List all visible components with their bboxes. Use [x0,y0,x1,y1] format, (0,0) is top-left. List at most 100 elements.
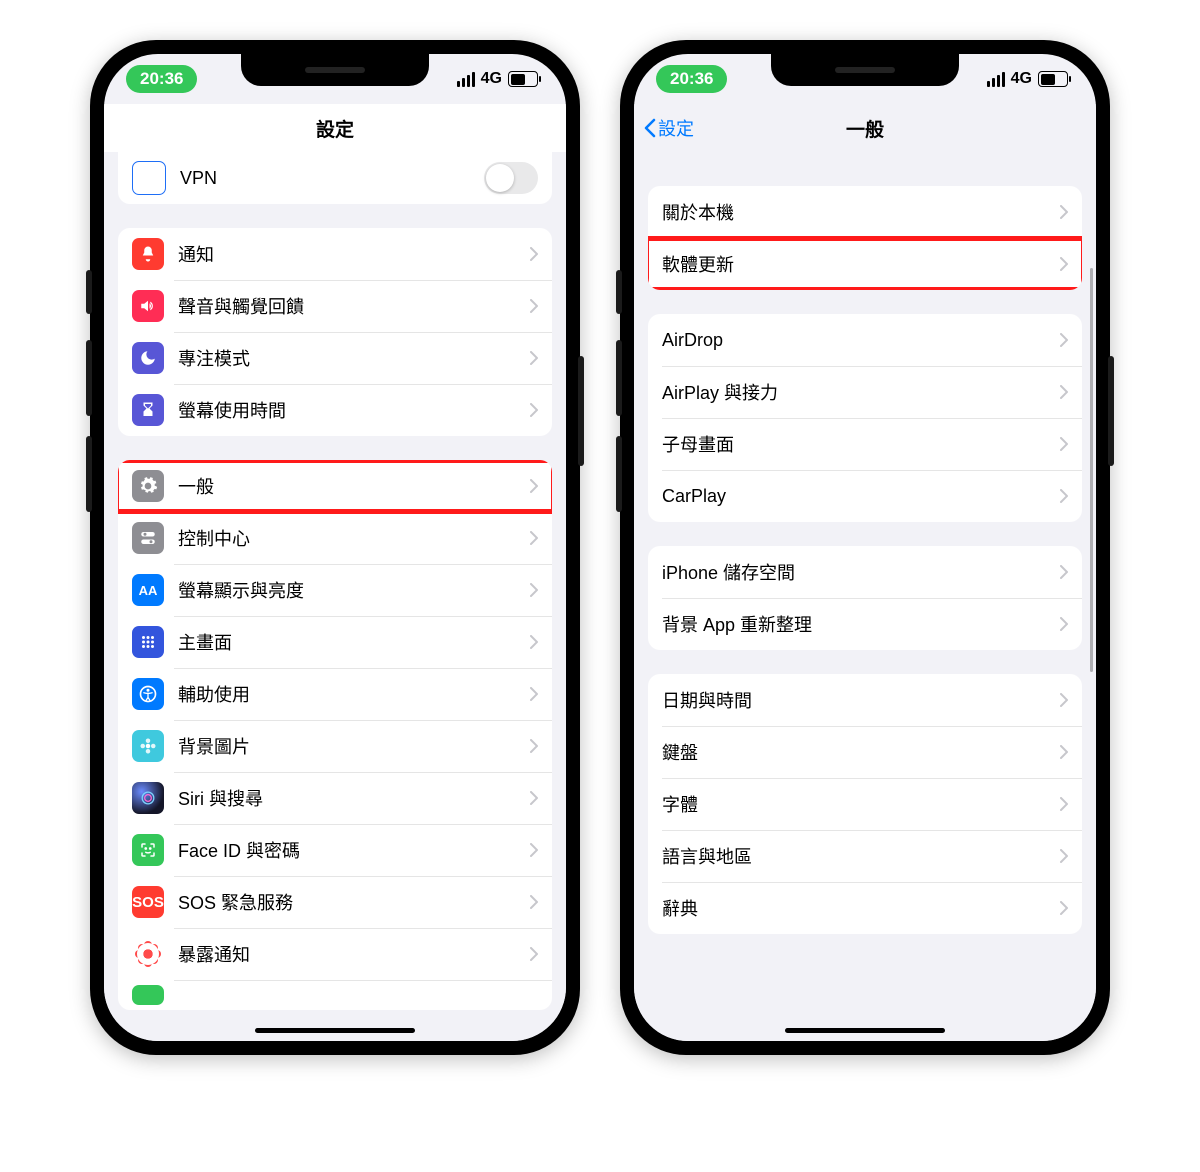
back-label: 設定 [658,115,694,141]
row-display[interactable]: AA 螢幕顯示與亮度 [118,564,552,616]
chevron-right-icon [1060,385,1068,399]
chevron-right-icon [1060,489,1068,503]
row-label: 關於本機 [662,199,1060,225]
status-time-pill[interactable]: 20:36 [656,65,727,93]
chevron-right-icon [530,947,538,961]
row-dictionary[interactable]: 辭典 [648,882,1082,934]
chevron-right-icon [1060,901,1068,915]
row-screentime[interactable]: 螢幕使用時間 [118,384,552,436]
row-accessibility[interactable]: 輔助使用 [118,668,552,720]
toggles-icon [132,522,164,554]
row-label: 螢幕使用時間 [178,397,530,423]
row-label: 專注模式 [178,345,530,371]
row-label: 辭典 [662,895,1060,921]
row-label: 背景圖片 [178,733,530,759]
chevron-right-icon [530,583,538,597]
chevron-right-icon [1060,205,1068,219]
chevron-right-icon [530,895,538,909]
chevron-right-icon [1060,797,1068,811]
row-sounds[interactable]: 聲音與觸覺回饋 [118,280,552,332]
row-siri[interactable]: Siri 與搜尋 [118,772,552,824]
face-id-icon [132,834,164,866]
row-home-screen[interactable]: 主畫面 [118,616,552,668]
row-label: CarPlay [662,486,1060,507]
row-faceid[interactable]: Face ID 與密碼 [118,824,552,876]
signal-icon [987,72,1005,87]
row-language[interactable]: 語言與地區 [648,830,1082,882]
row-about[interactable]: 關於本機 [648,186,1082,238]
row-background-app[interactable]: 背景 App 重新整理 [648,598,1082,650]
row-label: VPN [180,168,484,189]
vpn-toggle[interactable] [484,162,538,194]
navbar-general: 設定 一般 [634,104,1096,152]
row-general[interactable]: 一般 [118,460,552,512]
row-label: 日期與時間 [662,687,1060,713]
chevron-right-icon [1060,565,1068,579]
chevron-right-icon [530,531,538,545]
row-exposure[interactable]: 暴露通知 [118,928,552,980]
row-notifications[interactable]: 通知 [118,228,552,280]
row-storage[interactable]: iPhone 儲存空間 [648,546,1082,598]
battery-settings-icon [132,985,164,1005]
chevron-right-icon [530,687,538,701]
back-button[interactable]: 設定 [644,104,694,152]
volume-up-button [86,340,92,416]
row-vpn[interactable]: VPN VPN [118,152,552,204]
row-label: 背景 App 重新整理 [662,611,1060,637]
row-label: Face ID 與密碼 [178,837,530,863]
home-indicator[interactable] [785,1028,945,1033]
row-fonts[interactable]: 字體 [648,778,1082,830]
side-button [578,356,584,466]
row-sos[interactable]: SOS SOS 緊急服務 [118,876,552,928]
row-label: iPhone 儲存空間 [662,559,1060,585]
flower-icon [132,730,164,762]
row-label: SOS 緊急服務 [178,889,530,915]
row-label: AirPlay 與接力 [662,379,1060,405]
mute-switch [616,270,622,314]
exposure-icon [132,938,164,970]
row-control-center[interactable]: 控制中心 [118,512,552,564]
network-label: 4G [481,70,502,88]
network-label: 4G [1011,70,1032,88]
row-airdrop[interactable]: AirDrop [648,314,1082,366]
row-label: 語言與地區 [662,843,1060,869]
chevron-right-icon [1060,257,1068,271]
chevron-right-icon [1060,437,1068,451]
chevron-right-icon [530,479,538,493]
row-wallpaper[interactable]: 背景圖片 [118,720,552,772]
chevron-right-icon [530,247,538,261]
row-carplay[interactable]: CarPlay [648,470,1082,522]
accessibility-icon [132,678,164,710]
row-label: 通知 [178,241,530,267]
moon-icon [132,342,164,374]
row-label: AirDrop [662,330,1060,351]
signal-icon [457,72,475,87]
chevron-right-icon [530,351,538,365]
sos-icon: SOS [132,886,164,918]
row-airplay[interactable]: AirPlay 與接力 [648,366,1082,418]
row-pip[interactable]: 子母畫面 [648,418,1082,470]
row-keyboard[interactable]: 鍵盤 [648,726,1082,778]
row-software-update[interactable]: 軟體更新 [648,238,1082,290]
home-indicator[interactable] [255,1028,415,1033]
battery-icon [1038,71,1068,87]
apps-grid-icon [132,626,164,658]
row-datetime[interactable]: 日期與時間 [648,674,1082,726]
status-time-pill[interactable]: 20:36 [126,65,197,93]
phone-left: 20:36 4G 設定 VPN VPN [90,40,580,1055]
row-cutoff[interactable] [118,980,552,1010]
speaker-icon [132,290,164,322]
navbar-settings: 設定 [104,104,566,153]
chevron-right-icon [1060,745,1068,759]
text-size-icon: AA [132,574,164,606]
chevron-right-icon [1060,849,1068,863]
vpn-icon: VPN [132,161,166,195]
row-focus[interactable]: 專注模式 [118,332,552,384]
row-label: 字體 [662,791,1060,817]
chevron-right-icon [1060,617,1068,631]
scroll-indicator[interactable] [1090,268,1093,672]
chevron-right-icon [530,299,538,313]
volume-down-button [616,436,622,512]
chevron-right-icon [530,403,538,417]
row-label: 暴露通知 [178,941,530,967]
